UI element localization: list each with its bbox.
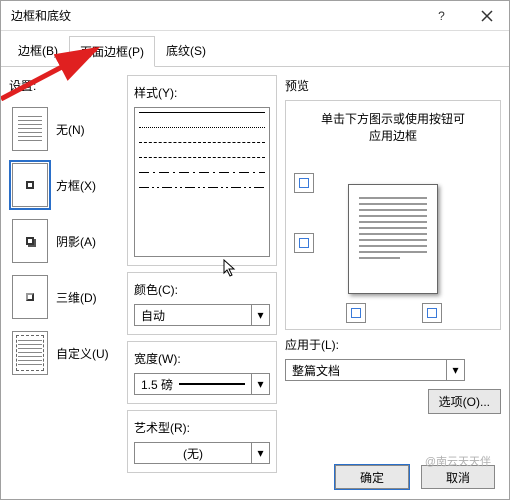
edge-bottom-button[interactable] — [294, 233, 314, 253]
width-value: 1.5 磅 — [141, 376, 173, 393]
setting-box[interactable]: 方框(X) — [10, 157, 118, 213]
preview-hint: 单击下方图示或使用按钮可应用边框 — [292, 111, 494, 145]
style-list[interactable] — [134, 107, 270, 257]
close-button[interactable] — [464, 1, 509, 31]
watermark: @南云天天伴 — [425, 453, 491, 469]
window-title: 边框和底纹 — [1, 7, 419, 24]
chevron-down-icon: ▾ — [251, 305, 269, 325]
page-preview[interactable] — [348, 184, 438, 294]
width-sample-line — [179, 383, 245, 385]
width-label: 宽度(W): — [134, 350, 270, 367]
chevron-down-icon: ▾ — [251, 374, 269, 394]
setting-box-label: 方框(X) — [56, 177, 96, 194]
tab-strip: 边框(B) 页面边框(P) 底纹(S) — [1, 31, 509, 67]
style-label: 样式(Y): — [134, 84, 270, 101]
setting-none[interactable]: 无(N) — [10, 101, 118, 157]
help-button[interactable]: ? — [419, 1, 464, 31]
titlebar: 边框和底纹 ? — [1, 1, 509, 31]
edge-left-button[interactable] — [346, 303, 366, 323]
style-dashed-2[interactable] — [139, 157, 265, 158]
style-dotted[interactable] — [139, 127, 265, 128]
edge-top-button[interactable] — [294, 173, 314, 193]
tab-shading[interactable]: 底纹(S) — [155, 35, 217, 66]
art-label: 艺术型(R): — [134, 419, 270, 436]
options-button[interactable]: 选项(O)... — [428, 389, 501, 414]
chevron-down-icon: ▾ — [251, 443, 269, 463]
chevron-down-icon: ▾ — [446, 360, 464, 380]
setting-custom-label: 自定义(U) — [56, 345, 109, 362]
color-label: 颜色(C): — [134, 281, 270, 298]
art-value: (无) — [183, 445, 203, 462]
ok-button[interactable]: 确定 — [335, 465, 409, 489]
close-icon — [481, 10, 493, 22]
tab-page-border[interactable]: 页面边框(P) — [69, 36, 155, 67]
preview-label: 预览 — [285, 77, 501, 94]
preview-panel: 单击下方图示或使用按钮可应用边框 — [285, 100, 501, 330]
apply-label: 应用于(L): — [285, 336, 501, 353]
tab-borders[interactable]: 边框(B) — [7, 35, 69, 66]
setting-shadow[interactable]: 阴影(A) — [10, 213, 118, 269]
settings-label: 设置: — [9, 77, 119, 94]
style-dashdotdot[interactable] — [139, 187, 265, 188]
setting-3d[interactable]: 三维(D) — [10, 269, 118, 325]
edge-right-button[interactable] — [422, 303, 442, 323]
art-combo[interactable]: (无) ▾ — [134, 442, 270, 464]
style-solid[interactable] — [139, 112, 265, 113]
setting-3d-label: 三维(D) — [56, 289, 97, 306]
setting-none-label: 无(N) — [56, 121, 85, 138]
setting-custom[interactable]: 自定义(U) — [10, 325, 118, 381]
style-dashdot[interactable] — [139, 172, 265, 173]
width-combo[interactable]: 1.5 磅 ▾ — [134, 373, 270, 395]
apply-combo[interactable]: 整篇文档 ▾ — [285, 359, 465, 381]
style-dashed[interactable] — [139, 142, 265, 143]
apply-value: 整篇文档 — [292, 362, 340, 379]
color-value: 自动 — [141, 307, 165, 324]
color-combo[interactable]: 自动 ▾ — [134, 304, 270, 326]
setting-shadow-label: 阴影(A) — [56, 233, 96, 250]
